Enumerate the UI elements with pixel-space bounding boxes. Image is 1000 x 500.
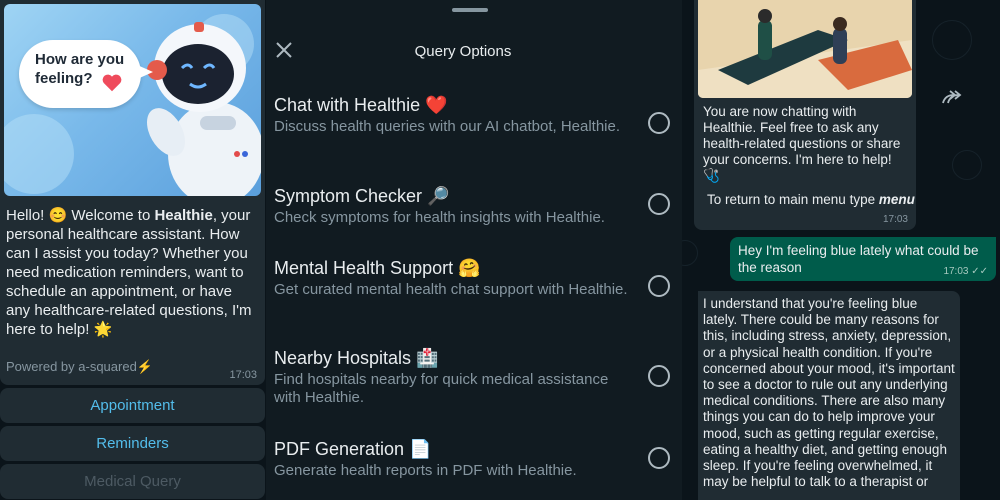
forward-icon[interactable]: [940, 89, 962, 107]
appointment-button[interactable]: Appointment: [0, 388, 265, 423]
bot-reply-text: I understand that you're feeling blue la…: [703, 296, 955, 490]
wallpaper-doodle: [682, 240, 698, 266]
option-nearby-hospitals[interactable]: Nearby Hospitals 🏥 Find hospitals nearby…: [274, 347, 674, 407]
option-symptom-checker[interactable]: Symptom Checker 🔎 Check symptoms for hea…: [274, 185, 674, 227]
option-description: Generate health reports in PDF with Heal…: [274, 462, 577, 479]
option-title: Nearby Hospitals 🏥: [274, 348, 439, 368]
welcome-text-prefix: Hello! 😊 Welcome to: [6, 207, 155, 224]
radio-pdf-generation[interactable]: [648, 447, 670, 469]
bot-reply-bubble: I understand that you're feeling blue la…: [698, 291, 960, 500]
option-title: PDF Generation 📄: [274, 439, 432, 459]
query-options-sheet: Query Options Chat with Healthie ❤️ Disc…: [266, 0, 682, 500]
return-instruction: To return to main menu type menu: [707, 192, 915, 207]
bot-intro-text: You are now chatting with Healthie. Feel…: [703, 104, 901, 183]
conversation-illustration: [698, 0, 912, 98]
option-description: Find hospitals nearby for quick medical …: [274, 371, 609, 406]
welcome-message-bubble: How are you feeling? Hello! 😊 Welcome to…: [0, 0, 265, 385]
return-instruction-prefix: To return to main menu type: [707, 192, 879, 207]
chat-illustration-image: [698, 0, 912, 98]
option-description: Discuss health queries with our AI chatb…: [274, 118, 621, 135]
radio-nearby-hospitals[interactable]: [648, 365, 670, 387]
option-chat-with-healthie[interactable]: Chat with Healthie ❤️ Discuss health que…: [274, 94, 674, 136]
powered-by-label: Powered by a-squared⚡: [6, 359, 153, 374]
radio-chat-with-healthie[interactable]: [648, 112, 670, 134]
menu-keyword: menu: [878, 192, 915, 207]
radio-symptom-checker[interactable]: [648, 193, 670, 215]
option-description: Get curated mental health chat support w…: [274, 281, 628, 298]
medical-query-button[interactable]: Medical Query: [0, 464, 265, 499]
message-timestamp: 17:03 ✓✓: [943, 266, 988, 277]
sheet-drag-handle[interactable]: [452, 8, 488, 12]
radio-mental-health-support[interactable]: [648, 275, 670, 297]
healthie-robot-image: How are you feeling?: [4, 4, 261, 196]
user-message-bubble: Hey I'm feeling blue lately what could b…: [730, 237, 996, 281]
option-description: Check symptoms for health insights with …: [274, 209, 605, 226]
option-title: Chat with Healthie ❤️: [274, 95, 448, 115]
app-root: How are you feeling? Hello! 😊 Welcome to…: [0, 0, 1000, 500]
wallpaper-doodle: [952, 150, 982, 180]
sheet-title: Query Options: [414, 43, 512, 60]
speech-bubble: How are you feeling?: [19, 40, 153, 108]
welcome-text-rest: , your personal healthcare assistant. Ho…: [6, 207, 252, 338]
message-timestamp: 17:03: [229, 369, 257, 381]
option-pdf-generation[interactable]: PDF Generation 📄 Generate health reports…: [274, 438, 674, 480]
option-title: Symptom Checker 🔎: [274, 186, 450, 206]
welcome-text: Hello! 😊 Welcome to Healthie, your perso…: [6, 206, 260, 339]
message-timestamp: 17:03: [882, 214, 908, 225]
welcome-chat-panel: How are you feeling? Hello! 😊 Welcome to…: [0, 0, 266, 500]
wallpaper-doodle: [932, 20, 972, 60]
conversation-panel: You are now chatting with Healthie. Feel…: [682, 0, 1000, 500]
reminders-button[interactable]: Reminders: [0, 426, 265, 461]
welcome-brand: Healthie: [154, 207, 213, 224]
bot-intro-bubble: You are now chatting with Healthie. Feel…: [694, 0, 916, 230]
option-mental-health-support[interactable]: Mental Health Support 🤗 Get curated ment…: [274, 257, 674, 299]
option-title: Mental Health Support 🤗: [274, 258, 481, 278]
heart-icon: [102, 74, 122, 92]
